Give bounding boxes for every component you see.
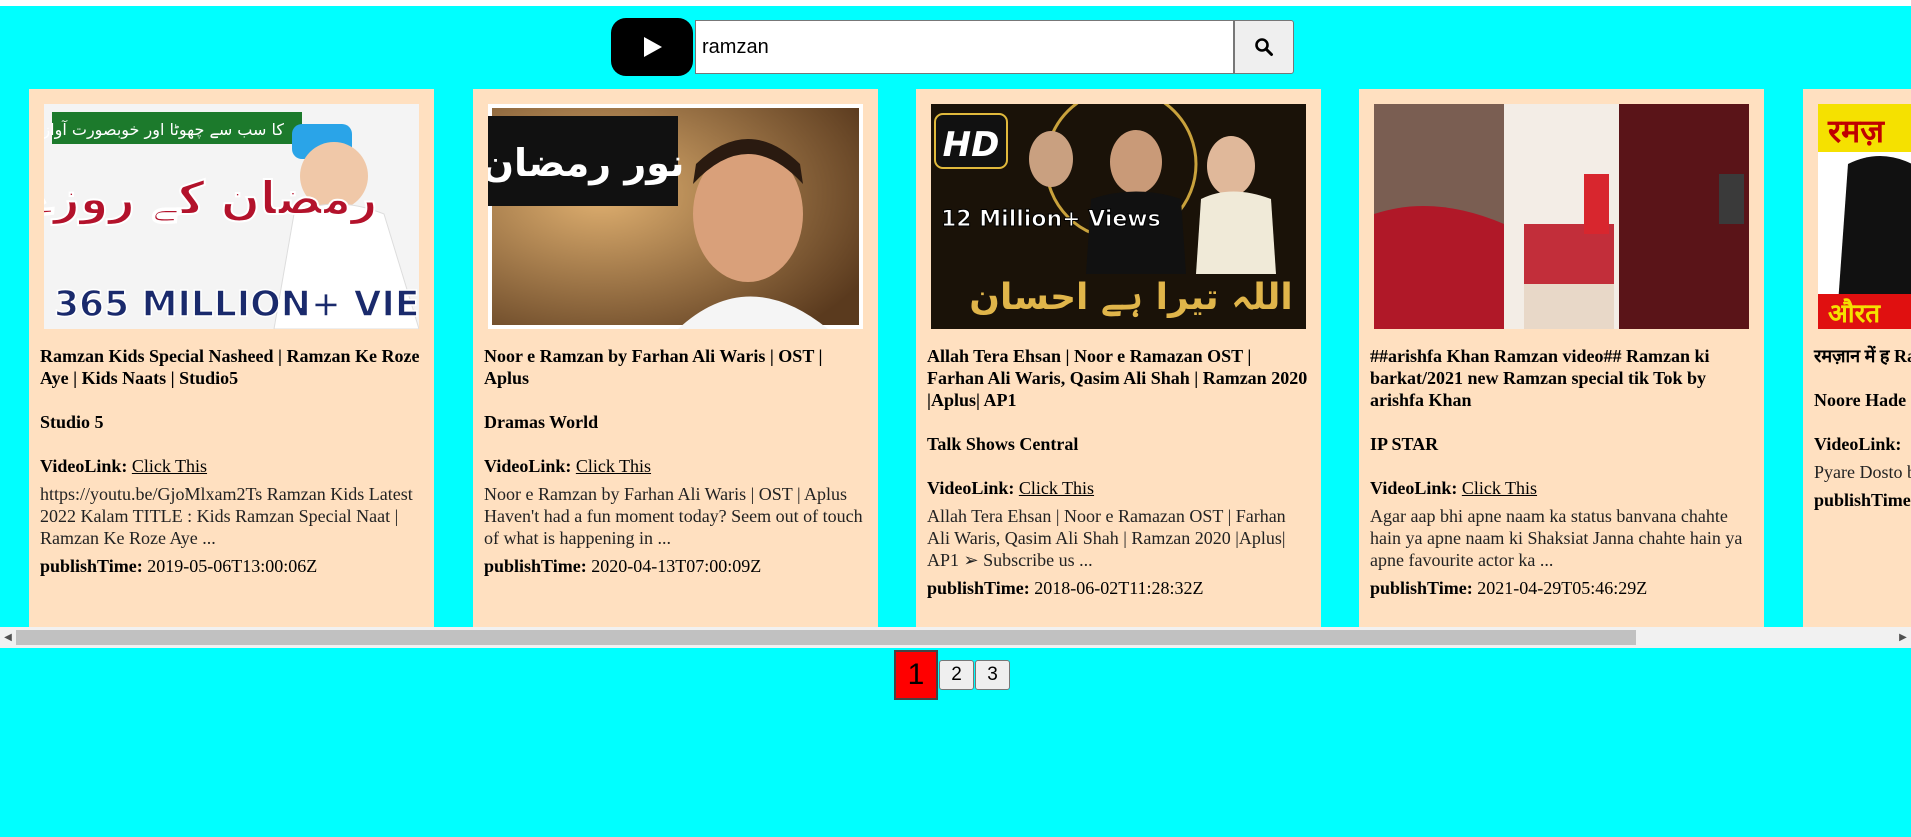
publish-time-value: 2018-06-02T11:28:32Z (1034, 578, 1204, 598)
thumbnail-image (1374, 104, 1749, 329)
search-icon (1255, 38, 1273, 56)
video-card: रमज़ औरत रमज़ान में ह Ramzan Me Konse Ha… (1803, 89, 1911, 627)
publish-time-label: publishTime: (40, 556, 143, 576)
video-link-row: VideoLink: Click This (40, 455, 425, 477)
video-title: ##arishfa Khan Ramzan video## Ramzan ki … (1370, 346, 1710, 410)
publish-time-label: publishTime: (927, 578, 1030, 598)
video-card: نور رمضان Noor e Ramzan by Farhan Ali Wa… (473, 89, 878, 627)
video-link-label: VideoLink: (1370, 478, 1458, 498)
channel-name: Noore Hade (1814, 390, 1907, 410)
publish-time-label: publishTime: (1370, 578, 1473, 598)
video-link-label: VideoLink: (484, 456, 572, 476)
thumbnail-image: HD 12 Million+ Views اللہ تیرا ہے احسان (931, 104, 1306, 329)
thumb-hd: HD (943, 125, 1000, 165)
video-title: Allah Tera Ehsan | Noor e Ramazan OST | … (927, 346, 1308, 410)
results-strip[interactable]: 2019 کا سب سے چھوٹا اور خوبصورت آواز وال… (0, 89, 1911, 627)
page-button-3[interactable]: 3 (975, 660, 1010, 690)
video-title: Ramzan Kids Special Nasheed | Ramzan Ke … (40, 346, 420, 388)
video-title: Noor e Ramzan by Farhan Ali Waris | OST … (484, 346, 823, 388)
youtube-logo[interactable] (611, 18, 693, 76)
thumb-title: نور رمضان (488, 141, 684, 185)
video-thumbnail[interactable]: 2019 کا سب سے چھوٹا اور خوبصورت آواز وال… (44, 104, 419, 329)
video-link-row: VideoLink: Click This (484, 455, 869, 477)
video-link[interactable]: Click This (576, 456, 651, 476)
pagination: 1 2 3 (894, 650, 1010, 700)
video-card: 2019 کا سب سے چھوٹا اور خوبصورت آواز وال… (29, 89, 434, 627)
channel-name: Talk Shows Central (927, 434, 1079, 454)
thumb-badge: 12 Million+ Views (941, 207, 1161, 232)
thumbnail-image: 2019 کا سب سے چھوٹا اور خوبصورت آواز وال… (44, 104, 419, 329)
horizontal-scrollbar[interactable]: ◀ ▶ (0, 627, 1911, 648)
publish-time-row: publishTime: 2020-04-13T07:00:09Z (484, 555, 869, 577)
video-link-row: VideoLink: Click This (927, 477, 1312, 499)
video-title: रमज़ान में ह Ramzan Me Konse Hai ? (1814, 346, 1911, 366)
video-link-label: VideoLink: (1814, 434, 1902, 454)
thumb-title: रमज़ (1827, 112, 1885, 150)
video-description: Agar aap bhi apne naam ka status banvana… (1370, 506, 1743, 570)
scroll-right-icon[interactable]: ▶ (1895, 627, 1911, 648)
thumb-top-text: 2019 کا سب سے چھوٹا اور خوبصورت آواز وال… (44, 120, 284, 140)
page-button-2[interactable]: 2 (939, 660, 974, 690)
video-link[interactable]: Click This (1019, 478, 1094, 498)
publish-time-row: publishTime: 2021-04-29T05:46:29Z (1370, 577, 1755, 599)
thumb-title: اللہ تیرا ہے احسان (969, 277, 1293, 318)
card-body: Noor e Ramzan by Farhan Ali Waris | OST … (484, 345, 869, 577)
publish-time-row: publishTime: (1814, 489, 1911, 511)
publish-time-value: 2019-05-06T13:00:06Z (147, 556, 318, 576)
video-link-label: VideoLink: (927, 478, 1015, 498)
page-button-1[interactable]: 1 (894, 650, 938, 700)
page: 2019 کا سب سے چھوٹا اور خوبصورت آواز وال… (0, 6, 1911, 837)
card-body: Ramzan Kids Special Nasheed | Ramzan Ke … (40, 345, 425, 577)
youtube-play-icon (644, 37, 662, 57)
scrollbar-thumb[interactable] (16, 630, 1636, 645)
publish-time-label: publishTime: (484, 556, 587, 576)
publish-time-row: publishTime: 2018-06-02T11:28:32Z (927, 577, 1312, 599)
publish-time-label: publishTime: (1814, 490, 1911, 510)
video-thumbnail[interactable]: نور رمضان (488, 104, 863, 329)
thumb-badge: 365 MILLION+ VIEWS (54, 284, 419, 325)
card-body: रमज़ान में ह Ramzan Me Konse Hai ? Noore… (1814, 345, 1911, 511)
search-input[interactable] (695, 20, 1234, 74)
thumbnail-image: نور رمضان (488, 104, 863, 329)
channel-name: Studio 5 (40, 412, 104, 432)
video-link-row: VideoLink: Click This (1370, 477, 1755, 499)
thumb-badge: औरत (1828, 298, 1881, 329)
publish-time-value: 2021-04-29T05:46:29Z (1477, 578, 1648, 598)
scroll-left-icon[interactable]: ◀ (0, 627, 16, 648)
video-link[interactable]: Click This (1462, 478, 1537, 498)
card-body: ##arishfa Khan Ramzan video## Ramzan ki … (1370, 345, 1755, 599)
publish-time-row: publishTime: 2019-05-06T13:00:06Z (40, 555, 425, 577)
publish-time-value: 2020-04-13T07:00:09Z (591, 556, 762, 576)
thumb-title: رمضان کے روزے آئے (44, 170, 378, 225)
thumbnail-image: रमज़ औरत (1818, 104, 1911, 329)
search-bar (611, 18, 1294, 76)
video-link[interactable]: Click This (132, 456, 207, 476)
video-card: ##arishfa Khan Ramzan video## Ramzan ki … (1359, 89, 1764, 627)
video-thumbnail[interactable] (1374, 104, 1749, 329)
channel-name: IP STAR (1370, 434, 1439, 454)
video-description: Noor e Ramzan by Farhan Ali Waris | OST … (484, 484, 863, 548)
video-link-row: VideoLink: (1814, 433, 1911, 455)
video-card: HD 12 Million+ Views اللہ تیرا ہے احسان … (916, 89, 1321, 627)
video-thumbnail[interactable]: HD 12 Million+ Views اللہ تیرا ہے احسان (931, 104, 1306, 329)
search-button[interactable] (1234, 20, 1294, 74)
channel-name: Dramas World (484, 412, 599, 432)
video-description: https://youtu.be/GjoMlxam2Ts Ramzan Kids… (40, 484, 413, 548)
video-link-label: VideoLink: (40, 456, 128, 476)
video-description: Pyare Dosto batane Wale Humbistari k (1814, 462, 1911, 482)
card-body: Allah Tera Ehsan | Noor e Ramazan OST | … (927, 345, 1312, 599)
video-description: Allah Tera Ehsan | Noor e Ramazan OST | … (927, 506, 1286, 570)
video-thumbnail[interactable]: रमज़ औरत (1818, 104, 1911, 329)
